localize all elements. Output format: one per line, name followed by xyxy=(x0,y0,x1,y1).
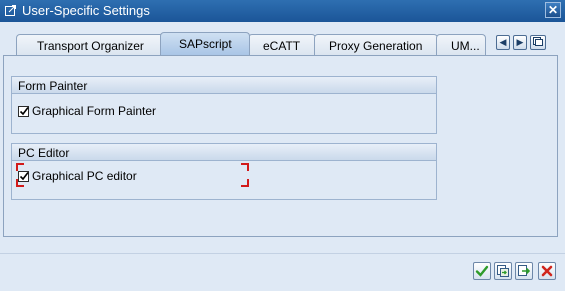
tab-prev-button[interactable]: ◀ xyxy=(496,35,510,50)
tab-label: eCATT xyxy=(263,39,301,53)
tab-list-icon xyxy=(533,37,543,46)
tab-label: Proxy Generation xyxy=(329,39,423,53)
checkmark-icon xyxy=(19,171,29,180)
group-title: PC Editor xyxy=(12,144,436,161)
checkmark-icon xyxy=(475,265,489,277)
tab-sapscript[interactable]: SAPscript xyxy=(160,32,250,55)
tab-ecatt[interactable]: eCATT xyxy=(248,34,316,55)
transfer-button[interactable] xyxy=(515,262,533,280)
tab-proxy-generation[interactable]: Proxy Generation xyxy=(314,34,438,55)
cancel-button[interactable] xyxy=(538,262,556,280)
copy-icon xyxy=(497,265,509,277)
focus-marker xyxy=(241,163,249,171)
graphical-pc-editor-checkbox[interactable] xyxy=(18,170,29,182)
confirm-button[interactable] xyxy=(473,262,491,280)
tab-label: SAPscript xyxy=(179,37,232,51)
settings-window-icon xyxy=(5,5,16,16)
tab-list-button[interactable] xyxy=(530,35,546,50)
pc-editor-group: PC Editor Graphical PC editor xyxy=(11,143,437,200)
window-title: User-Specific Settings xyxy=(22,3,150,18)
graphical-form-painter-checkbox[interactable] xyxy=(18,105,29,117)
group-title: Form Painter xyxy=(12,77,436,94)
close-button[interactable]: ✕ xyxy=(545,2,561,18)
tab-transport-organizer[interactable]: Transport Organizer xyxy=(16,34,166,55)
tab-content-panel: Form Painter Graphical Form Painter PC E… xyxy=(3,55,558,237)
copy-button[interactable] xyxy=(494,262,512,280)
tab-next-button[interactable]: ▶ xyxy=(513,35,527,50)
checkbox-label: Graphical Form Painter xyxy=(32,104,157,118)
graphical-form-painter-option[interactable]: Graphical Form Painter xyxy=(18,104,156,118)
graphical-pc-editor-option[interactable]: Graphical PC editor xyxy=(18,169,137,183)
title-bar: User-Specific Settings ✕ xyxy=(0,0,565,22)
checkmark-icon xyxy=(19,106,29,115)
tab-strip: Transport Organizer SAPscript eCATT Prox… xyxy=(0,22,565,55)
arrow-left-icon: ◀ xyxy=(499,37,507,47)
close-icon: ✕ xyxy=(547,3,559,17)
tab-um[interactable]: UM... xyxy=(436,34,486,55)
cancel-icon xyxy=(541,265,553,277)
transfer-icon xyxy=(518,265,531,276)
form-painter-group: Form Painter Graphical Form Painter xyxy=(11,76,437,134)
checkbox-label: Graphical PC editor xyxy=(32,169,137,183)
arrow-right-icon: ▶ xyxy=(516,37,524,47)
tab-label: UM... xyxy=(451,39,480,53)
tab-label: Transport Organizer xyxy=(37,39,144,53)
focus-marker xyxy=(241,179,249,187)
